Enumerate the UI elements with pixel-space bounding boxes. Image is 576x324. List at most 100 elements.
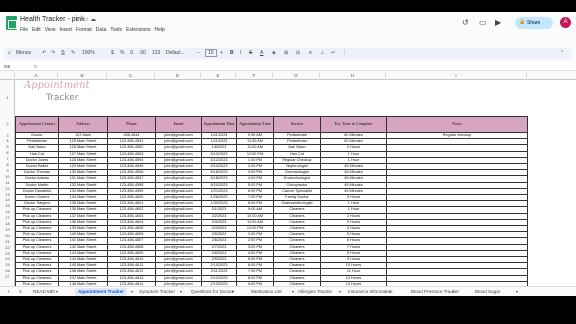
tab-read-me[interactable]: READ ME! xyxy=(30,288,58,296)
tracker-logo: Appointment Tracker xyxy=(20,80,100,114)
undo-icon[interactable]: ↶ xyxy=(42,50,46,56)
font-size-input[interactable]: 10 xyxy=(205,49,217,57)
merge-cells-icon[interactable]: ⊟ xyxy=(296,50,300,56)
fill-color-icon[interactable]: ◈ xyxy=(272,50,276,56)
sheets-window: Health Tracker - pink ☆▭☁ File Edit View In… xyxy=(0,12,576,296)
tab-menu-icon[interactable]: ▾ xyxy=(131,289,133,294)
sheets-logo-icon[interactable] xyxy=(6,16,17,30)
font-select[interactable]: Defaul... xyxy=(166,50,185,56)
row-header[interactable]: 2 xyxy=(0,116,15,132)
select-all-corner[interactable] xyxy=(0,72,15,80)
strikethrough-icon[interactable]: S xyxy=(249,50,252,56)
formula-bar: I55 fx xyxy=(0,62,576,71)
decrease-decimal-button[interactable]: .0 xyxy=(129,50,133,56)
search-menus-label[interactable]: Menus xyxy=(16,50,31,56)
column-header-i[interactable]: I xyxy=(386,72,527,80)
column-header-h[interactable]: H xyxy=(320,72,386,80)
tab-menu-icon[interactable]: ▾ xyxy=(339,289,341,294)
add-sheet-icon[interactable]: + xyxy=(4,288,13,296)
tab-insurance-information[interactable]: Insurance Information xyxy=(345,288,395,296)
column-header-a[interactable]: A xyxy=(15,72,58,80)
italic-icon[interactable]: I xyxy=(240,50,241,56)
spreadsheet-grid[interactable]: ABCDEFGHI 1 2 3 4 5 6 7 8 9 10 11 12 13 14 15 16 17 18 19 2… xyxy=(0,72,576,286)
collapse-toolbar-icon[interactable]: ⌃ xyxy=(560,50,564,56)
tab-menu-icon[interactable]: ▾ xyxy=(389,289,391,294)
column-header-f[interactable]: F xyxy=(236,72,273,80)
history-icon[interactable]: ↺ xyxy=(462,18,469,27)
tab-allergies-tracker[interactable]: Allergies Tracker xyxy=(295,288,335,296)
menu-view[interactable]: View xyxy=(45,27,56,33)
column-title: Appointment Time xyxy=(236,116,274,133)
title-bar: Health Tracker - pink ☆▭☁ File Edit View In… xyxy=(0,12,576,46)
column-header-b[interactable]: B xyxy=(58,72,107,80)
meet-icon[interactable]: ▶ xyxy=(495,18,501,27)
move-folder-icon[interactable]: ▭ xyxy=(82,17,90,23)
vertical-align-icon[interactable]: ⊥ xyxy=(320,50,324,56)
menu-insert[interactable]: Insert xyxy=(59,27,72,33)
menu-format[interactable]: Format xyxy=(76,27,92,33)
zoom-select[interactable]: 100% xyxy=(82,50,95,56)
paint-format-icon[interactable]: ✎ xyxy=(71,50,75,56)
number-format-button[interactable]: 123 xyxy=(152,50,160,56)
cloud-status-icon[interactable]: ☁ xyxy=(90,17,98,23)
column-title: Appointment Date xyxy=(201,116,237,133)
print-icon[interactable]: ⎙ xyxy=(61,50,65,56)
currency-format-button[interactable]: $ xyxy=(111,50,114,56)
column-header-c[interactable]: C xyxy=(107,72,155,80)
sheet-tabs-bar: + ≡ READ ME! ▾ Appointment Tracker ▾ Symptom… xyxy=(0,286,576,296)
horizontal-align-icon[interactable]: ≡ xyxy=(309,50,312,56)
column-title: Phone xyxy=(107,116,156,133)
column-header-g[interactable]: G xyxy=(273,72,320,80)
row-header[interactable]: 1 xyxy=(0,80,15,116)
tab-symptom-tracker[interactable]: Symptom Tracker xyxy=(136,288,178,296)
tab-medication-list[interactable]: Medication List xyxy=(248,288,285,296)
menu-file[interactable]: File xyxy=(20,27,28,33)
tab-questions-for-doctor[interactable]: Questions for Doctor xyxy=(188,288,236,296)
text-wrap-icon[interactable]: ↵ xyxy=(331,50,335,56)
menu-extensions[interactable]: Extensions xyxy=(126,27,150,33)
column-title: Appointment Contact xyxy=(15,116,59,133)
comment-icon[interactable]: ▭ xyxy=(479,18,487,27)
borders-icon[interactable]: ⊞ xyxy=(284,50,288,56)
row-headers: 1 2 3 4 5 6 7 8 9 10 11 12 13 14 15 16 17 18 19 20 21 22 23 24 2… xyxy=(0,80,15,286)
toolbar: ⌕ Menus ↶ ↷ ⎙ ✎ 100% $ % .0 .00 123 Defa… xyxy=(4,48,572,59)
increase-font-size-icon[interactable]: + xyxy=(220,50,223,56)
redo-icon[interactable]: ↷ xyxy=(51,50,55,56)
decrease-font-size-icon[interactable]: − xyxy=(197,50,200,56)
tab-appointment-tracker[interactable]: Appointment Tracker xyxy=(75,288,127,296)
column-title: Notes xyxy=(386,116,528,133)
column-headers: ABCDEFGHI xyxy=(0,72,576,80)
fx-icon: fx xyxy=(34,64,38,69)
title-icons: ☆▭☁ xyxy=(75,16,98,23)
bold-icon[interactable]: B xyxy=(230,50,234,56)
appointment-table: Appointment Contact Address Phone Email Appo… xyxy=(15,116,528,286)
all-sheets-icon[interactable]: ≡ xyxy=(16,288,25,296)
share-button[interactable]: Share xyxy=(515,17,553,29)
tab-menu-icon[interactable]: ▾ xyxy=(56,289,58,294)
tab-menu-icon[interactable]: ▾ xyxy=(180,289,182,294)
menu-edit[interactable]: Edit xyxy=(32,27,41,33)
tab-menu-icon[interactable]: ▾ xyxy=(232,289,234,294)
menu-tools[interactable]: Tools xyxy=(110,27,122,33)
search-menus-icon[interactable]: ⌕ xyxy=(8,50,11,56)
menu-data[interactable]: Data xyxy=(96,27,107,33)
column-title: Service xyxy=(273,116,321,133)
menu-bar: File Edit View Insert Format Data Tools Extensi… xyxy=(20,27,169,33)
tab-menu-icon[interactable]: ▾ xyxy=(516,289,518,294)
column-title: Est. Time to Complete xyxy=(320,116,387,133)
percent-format-button[interactable]: % xyxy=(120,50,124,56)
column-header-d[interactable]: D xyxy=(155,72,201,80)
column-title: Address xyxy=(58,116,108,133)
increase-decimal-button[interactable]: .00 xyxy=(139,50,146,56)
more-options-icon[interactable]: ⋮ xyxy=(342,50,347,56)
column-header-e[interactable]: E xyxy=(201,72,236,80)
menu-help[interactable]: Help xyxy=(155,27,165,33)
row-header[interactable]: 27 xyxy=(0,274,15,280)
tab-blood-sugar[interactable]: Blood Sugar xyxy=(472,288,503,296)
table-header-row: Appointment Contact Address Phone Email Appo… xyxy=(15,116,528,133)
text-color-icon[interactable]: A xyxy=(260,50,263,56)
tab-menu-icon[interactable]: ▾ xyxy=(292,289,294,294)
avatar[interactable]: A xyxy=(560,17,571,28)
name-box[interactable]: I55 xyxy=(4,64,10,69)
tab-menu-icon[interactable]: ▾ xyxy=(452,289,454,294)
